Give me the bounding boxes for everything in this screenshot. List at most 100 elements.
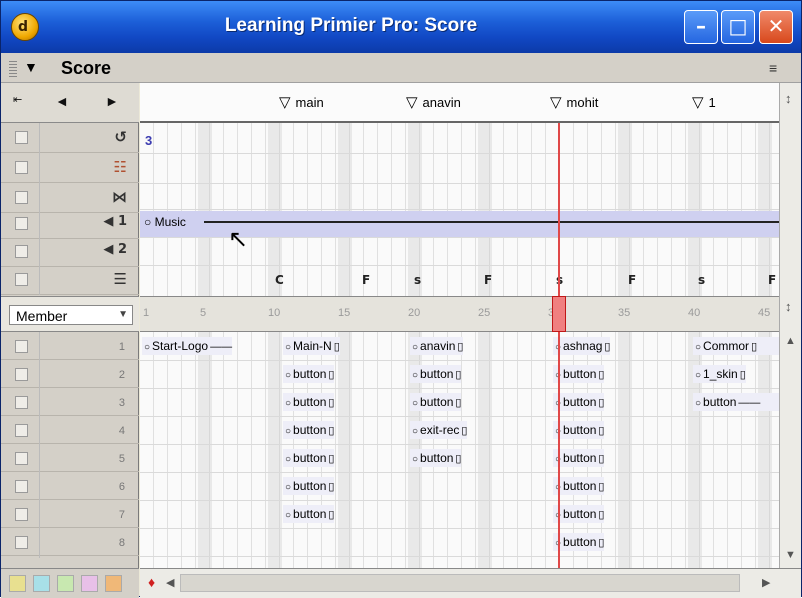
sprite-span[interactable]: button	[553, 449, 605, 467]
script-cell[interactable]: F	[362, 273, 370, 287]
marker-anavin[interactable]: ▽ anavin	[406, 93, 461, 111]
display-mode-row: Member ▼	[1, 296, 139, 332]
color-swatch[interactable]	[57, 575, 74, 592]
color-swatch[interactable]	[9, 575, 26, 592]
scroll-up-down-icon[interactable]: ↕	[785, 91, 792, 106]
sprite-span[interactable]: button	[410, 393, 462, 411]
panel-grip-handle[interactable]	[9, 61, 17, 77]
marker-mohit[interactable]: ▽ mohit	[550, 93, 598, 111]
sprite-span[interactable]: button	[693, 393, 779, 411]
horizontal-scroll-thumb[interactable]	[180, 574, 740, 592]
sound2-channel-toggle[interactable]	[15, 245, 28, 258]
title-bar[interactable]: d Learning Primier Pro: Score – □ ✕	[1, 1, 801, 53]
playhead[interactable]	[552, 296, 566, 332]
sprite-span[interactable]: Main-N	[283, 337, 340, 355]
collapse-triangle-icon[interactable]: ▼	[24, 59, 38, 75]
sprite-span[interactable]: Start-Logo	[142, 337, 233, 355]
channel-header-column: ⇤ ◄ ► ↺ ☷ ⋈ ◀ 1 ◀ 2 ☰ Member ▼ 1 2 3 4 5…	[1, 83, 139, 568]
marker-label: main	[295, 95, 324, 110]
script-cell[interactable]: s	[414, 273, 421, 287]
close-button[interactable]: ✕	[759, 10, 793, 44]
window-title: Learning Primier Pro: Score	[224, 15, 478, 36]
marker-label: 1	[708, 95, 716, 110]
marker-jump-icon[interactable]: ⇤	[13, 93, 22, 106]
scroll-up-arrow-icon[interactable]: ▲	[785, 335, 796, 347]
channel-toggle[interactable]	[15, 368, 28, 381]
sprite-span[interactable]: button	[283, 477, 335, 495]
script-cell[interactable]: F	[768, 273, 776, 287]
scroll-up-down-icon[interactable]: ↕	[785, 299, 792, 314]
horizontal-scrollbar[interactable]: ♦ ◀ ▶	[140, 568, 801, 598]
channel-toggle[interactable]	[15, 424, 28, 437]
frame-tick-label: 10	[268, 307, 281, 319]
tempo-cell[interactable]: 3	[145, 133, 152, 148]
script-cell[interactable]: s	[698, 273, 705, 287]
panel-options-menu-icon[interactable]: ≡	[769, 60, 777, 76]
next-marker-button[interactable]: ►	[105, 93, 119, 109]
sprite-span[interactable]: button	[283, 365, 335, 383]
marker-main[interactable]: ▽ main	[279, 93, 324, 111]
transition-channel-toggle[interactable]	[15, 191, 28, 204]
playhead-line[interactable]	[558, 123, 560, 568]
minimize-button[interactable]: –	[684, 10, 718, 44]
sprite-span[interactable]: exit-rec	[410, 421, 468, 439]
scroll-down-arrow-icon[interactable]: ▼	[785, 549, 796, 561]
frame-ruler[interactable]: 1 5 10 15 20 25 30 35 40 45	[140, 296, 779, 332]
sprite-span[interactable]: button	[553, 477, 605, 495]
tempo-icon: ↺	[114, 128, 127, 146]
sprite-channel-header: 3	[1, 388, 139, 418]
scroll-right-arrow-icon[interactable]: ▶	[762, 576, 770, 589]
script-cell[interactable]: F	[484, 273, 492, 287]
script-cell[interactable]: F	[628, 273, 636, 287]
color-swatch[interactable]	[81, 575, 98, 592]
scroll-left-arrow-icon[interactable]: ◀	[166, 576, 174, 589]
channel-number: 5	[118, 453, 125, 465]
channel-toggle[interactable]	[15, 452, 28, 465]
sprite-span[interactable]: button	[553, 393, 605, 411]
color-swatch[interactable]	[33, 575, 50, 592]
channel-toggle[interactable]	[15, 340, 28, 353]
sprite-span[interactable]: 1_skin	[693, 365, 746, 383]
sprite-span[interactable]: ashnag	[553, 337, 611, 355]
sprite-span[interactable]: button	[553, 365, 605, 383]
channel-toggle[interactable]	[15, 396, 28, 409]
marker-bar[interactable]: ▽ main ▽ anavin ▽ mohit ▽ 1	[140, 83, 779, 123]
sprite-span[interactable]: button	[283, 505, 335, 523]
marker-1[interactable]: ▽ 1	[692, 93, 716, 111]
marker-triangle-icon: ▽	[406, 94, 418, 111]
frame-tick-label: 25	[478, 307, 491, 319]
palette-channel-toggle[interactable]	[15, 161, 28, 174]
frame-tick-label: 1	[143, 307, 150, 319]
panel-title: Score	[61, 58, 112, 78]
sprite-span[interactable]: button	[553, 533, 605, 551]
palette-icon: ☷	[113, 158, 127, 176]
maximize-button[interactable]: □	[721, 10, 755, 44]
channel-toggle[interactable]	[15, 508, 28, 521]
sprite-span[interactable]: button	[283, 449, 335, 467]
frame-tick-label: 40	[688, 307, 701, 319]
vertical-scrollbar[interactable]: ↕ ↕ ▲ ▼	[779, 83, 801, 568]
score-grid[interactable]: ▽ main ▽ anavin ▽ mohit ▽ 1 3 ○ Music ↖ C F …	[140, 83, 779, 568]
marker-triangle-icon: ▽	[692, 94, 704, 111]
playhead-indicator-icon: ♦	[148, 574, 156, 590]
sprite-span[interactable]: button	[553, 505, 605, 523]
sound-sprite-label[interactable]: ○ Music	[144, 215, 186, 229]
display-mode-select[interactable]: Member ▼	[9, 305, 133, 325]
sprite-span[interactable]: anavin	[410, 337, 464, 355]
channel-toggle[interactable]	[15, 480, 28, 493]
sprite-span[interactable]: button	[283, 393, 335, 411]
channel-toggle[interactable]	[15, 536, 28, 549]
marker-triangle-icon: ▽	[550, 94, 562, 111]
sound1-channel-toggle[interactable]	[15, 217, 28, 230]
sprite-span[interactable]: button	[410, 449, 462, 467]
script-cell[interactable]: C	[275, 273, 284, 287]
score-panel-header: ▼ Score ≡	[1, 53, 801, 83]
script-channel-toggle[interactable]	[15, 273, 28, 286]
previous-marker-button[interactable]: ◄	[55, 93, 69, 109]
sprite-span[interactable]: Commor	[693, 337, 779, 355]
sprite-span[interactable]: button	[553, 421, 605, 439]
sprite-span[interactable]: button	[283, 421, 335, 439]
tempo-channel-toggle[interactable]	[15, 131, 28, 144]
color-swatch[interactable]	[105, 575, 122, 592]
sprite-span[interactable]: button	[410, 365, 462, 383]
